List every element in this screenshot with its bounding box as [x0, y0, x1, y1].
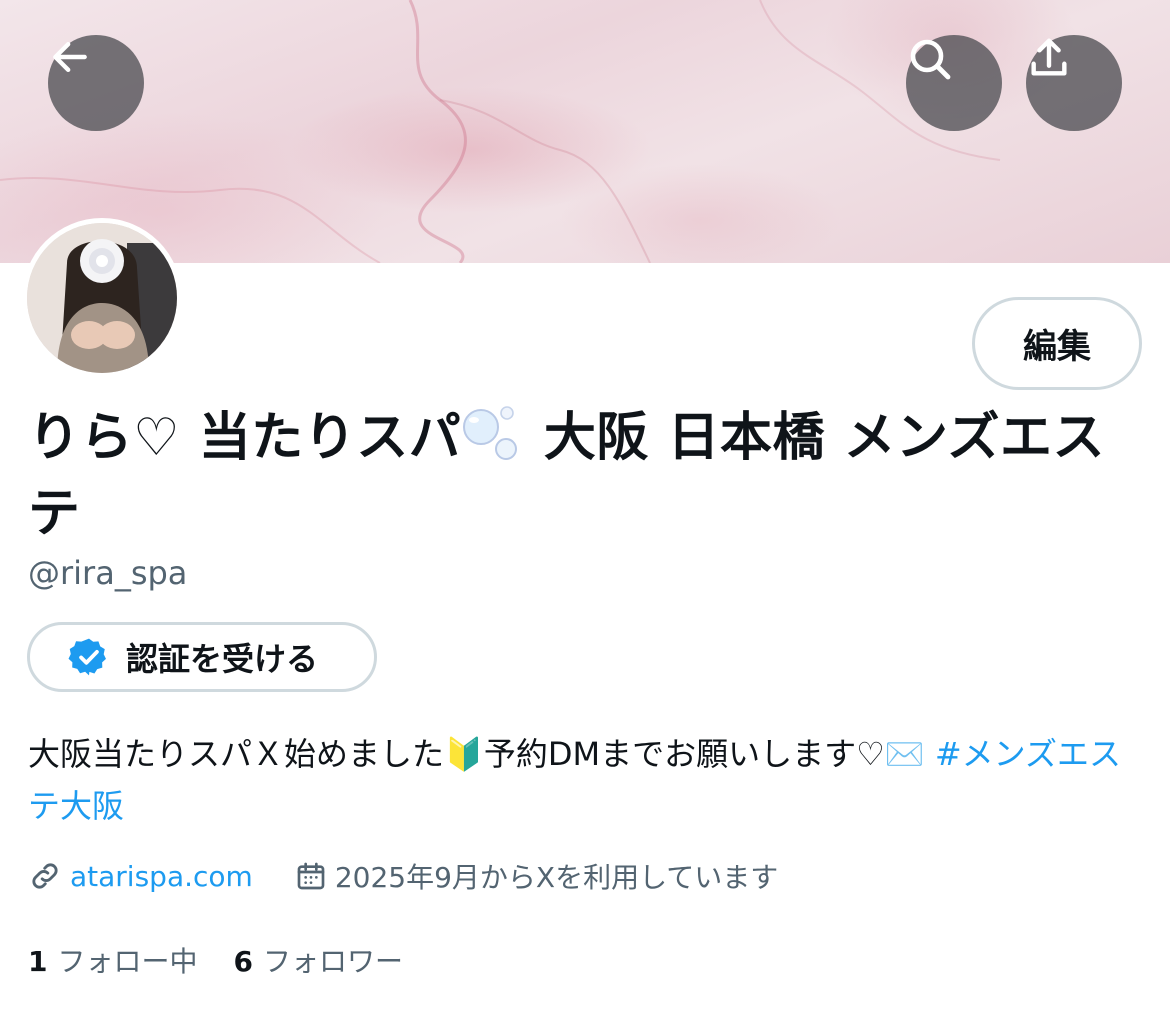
- verified-badge-icon: [68, 638, 106, 676]
- get-verified-button[interactable]: 認証を受ける: [27, 622, 377, 692]
- share-button[interactable]: [1026, 35, 1122, 131]
- display-name-part1: りら♡ 当たりスパ: [28, 408, 462, 468]
- follow-stats: 1 フォロー中 6 フォロワー: [28, 938, 403, 982]
- avatar[interactable]: [22, 218, 182, 378]
- joined-item: 2025年9月からXを利用しています: [295, 856, 778, 896]
- followers-link[interactable]: 6 フォロワー: [234, 940, 404, 980]
- website-item[interactable]: atarispa.com: [28, 859, 253, 893]
- website-link[interactable]: atarispa.com: [70, 860, 253, 893]
- marble-texture: [0, 0, 1001, 263]
- bio-text: 大阪当たりスパＸ始めました🔰予約DMまでお願いします♡✉️: [28, 735, 935, 773]
- profile-bio: 大阪当たりスパＸ始めました🔰予約DMまでお願いします♡✉️ #メンズエステ大阪: [28, 728, 1138, 832]
- profile-meta: atarispa.com 2025年9月からXを利用しています: [28, 852, 778, 900]
- share-icon: [1031, 38, 1067, 76]
- profile-banner[interactable]: [0, 0, 1170, 263]
- search-button[interactable]: [906, 35, 1002, 131]
- followers-label: フォロワー: [262, 945, 403, 978]
- arrow-left-icon: [53, 41, 87, 73]
- edit-profile-button[interactable]: 編集: [972, 297, 1142, 390]
- following-count: 1: [28, 945, 48, 978]
- link-icon: [32, 863, 58, 889]
- following-link[interactable]: 1 フォロー中: [28, 940, 198, 980]
- back-button[interactable]: [48, 35, 144, 131]
- following-label: フォロー中: [57, 945, 198, 978]
- verify-label: 認証を受ける: [126, 640, 319, 678]
- followers-count: 6: [233, 945, 253, 978]
- username-handle: @rira_spa: [28, 554, 188, 592]
- display-name: りら♡ 当たりスパ 大阪 日本橋 メンズエステ: [28, 400, 1138, 552]
- calendar-icon: [297, 862, 325, 890]
- edit-label: 編集: [1023, 327, 1091, 367]
- bubbles-icon: [463, 406, 518, 460]
- joined-date: 2025年9月からXを利用しています: [334, 861, 779, 894]
- search-icon: [910, 39, 951, 80]
- avatar-image: [27, 223, 177, 373]
